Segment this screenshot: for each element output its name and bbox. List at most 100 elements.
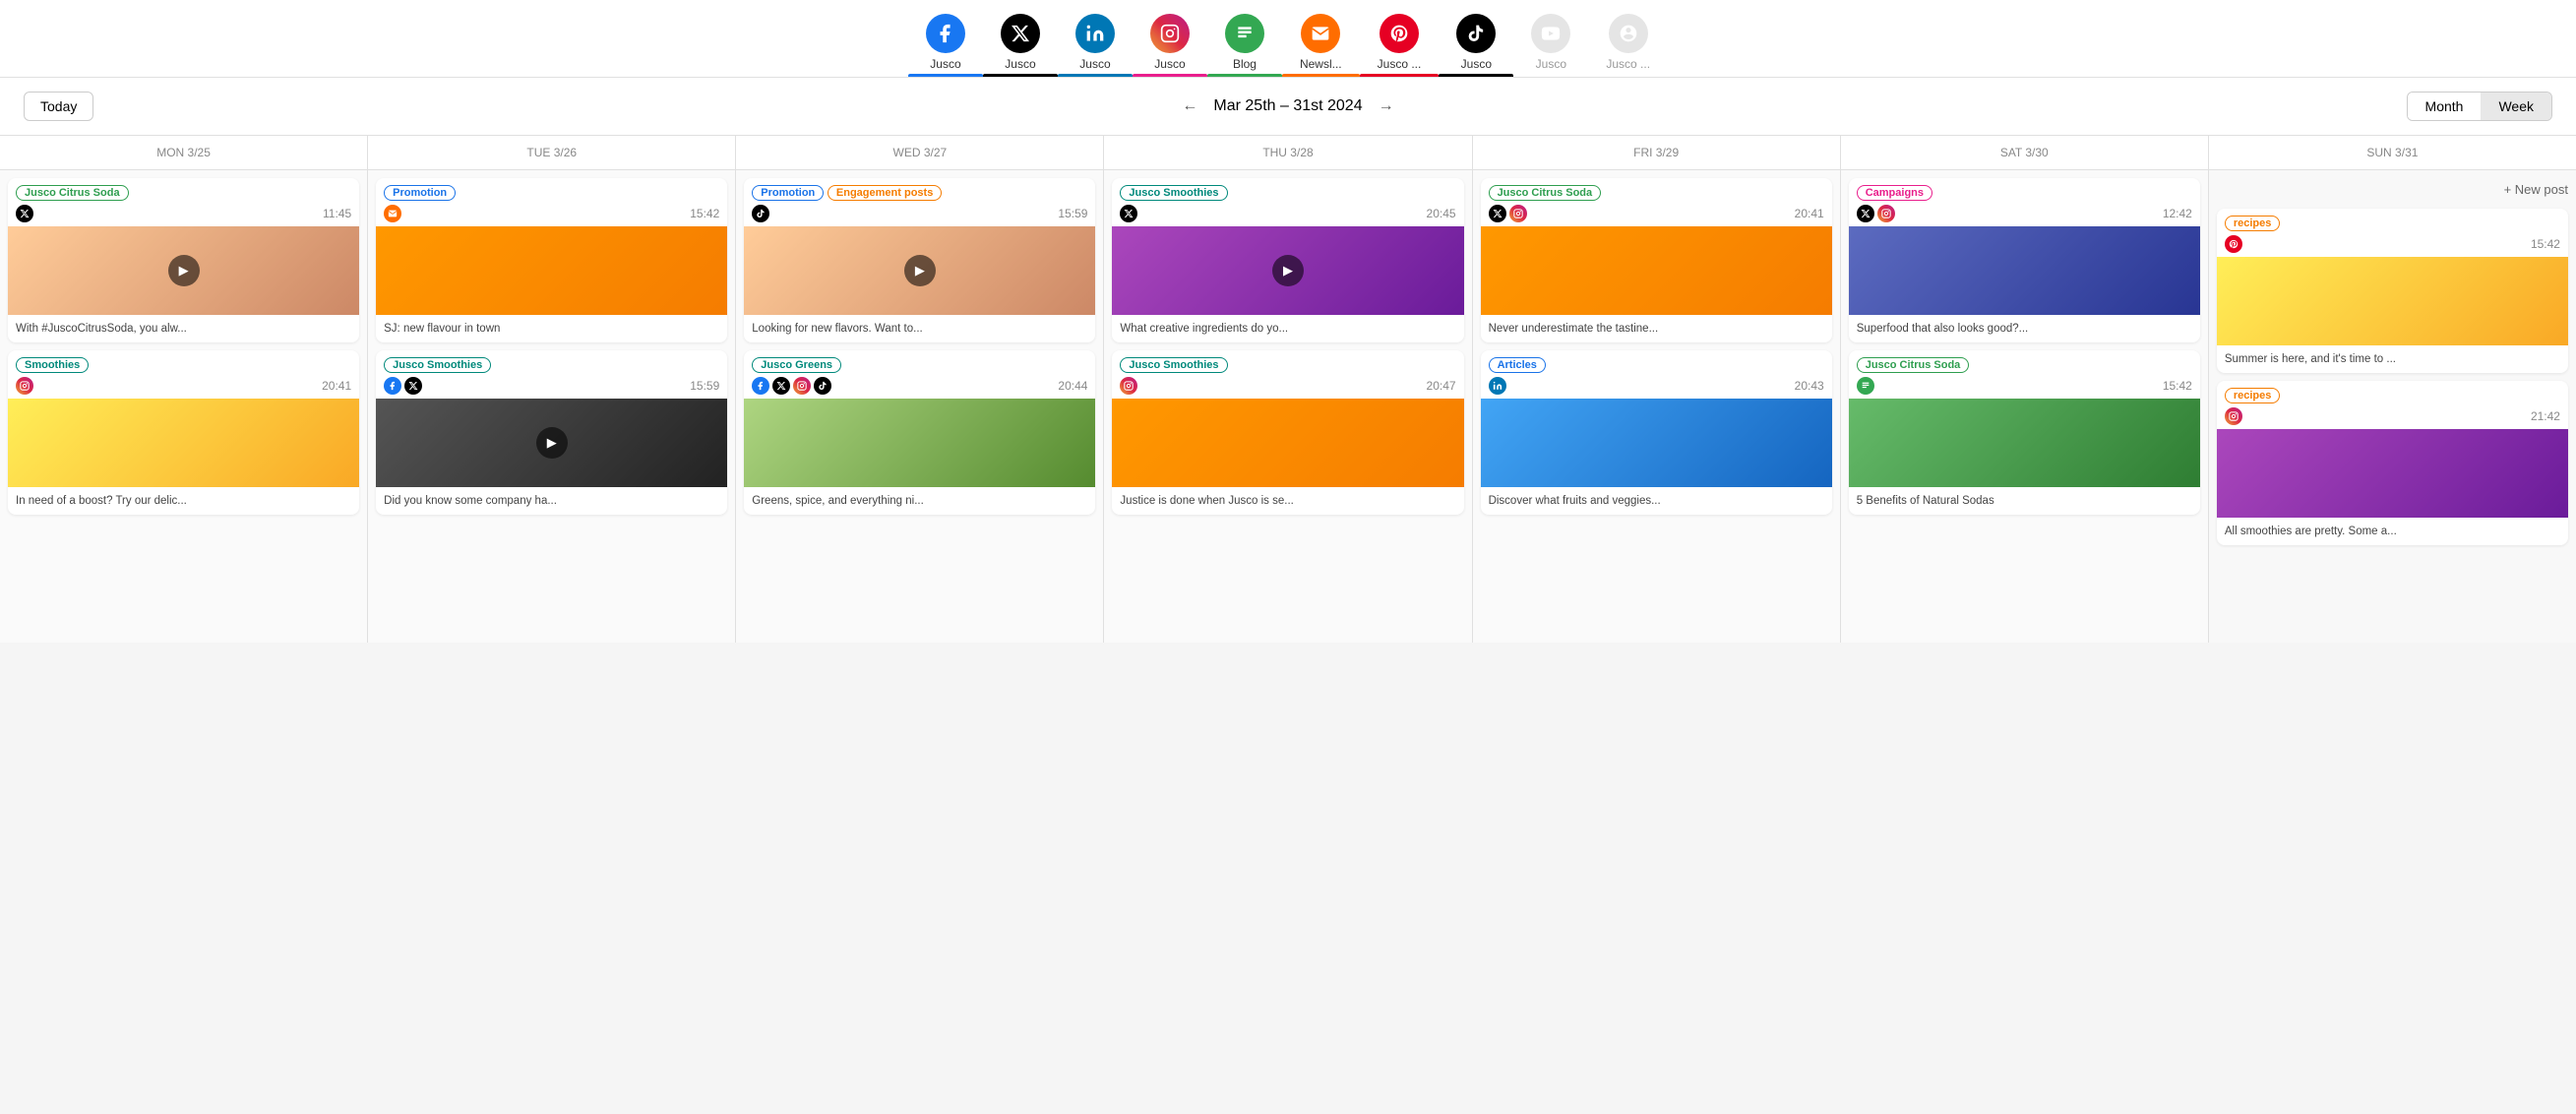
ig-label: Jusco <box>1154 57 1185 71</box>
tw-platform-icon <box>1489 205 1506 222</box>
post-card-header: Jusco Citrus Soda 15:42 <box>1849 350 2200 399</box>
social-item-tw[interactable]: Jusco <box>983 8 1058 77</box>
video-play-overlay: ▶ <box>1272 255 1304 286</box>
post-card[interactable]: recipes 21:42 All smoothies are pretty. … <box>2217 381 2568 545</box>
social-item-yt[interactable]: Jusco <box>1513 8 1588 77</box>
post-icons <box>384 205 401 222</box>
video-play-overlay: ▶ <box>536 427 568 459</box>
post-card[interactable]: Jusco Smoothies 20:45 ▶ What creative in… <box>1112 178 1463 342</box>
post-icons <box>1857 377 1874 395</box>
post-card[interactable]: Articles 20:43 Discover what fruits and … <box>1481 350 1832 515</box>
next-arrow[interactable]: → <box>1379 97 1394 115</box>
new-post-label: + New post <box>2504 182 2568 197</box>
gc-underline <box>1588 74 1668 77</box>
day-header-sun: SUN 3/31 <box>2209 136 2576 169</box>
post-card[interactable]: Jusco Greens 20:44 Greens, spice, and ev… <box>744 350 1095 515</box>
today-button[interactable]: Today <box>24 92 93 121</box>
video-play-overlay: ▶ <box>168 255 200 286</box>
post-card-header: Jusco Citrus Soda 20:41 <box>1481 178 1832 226</box>
post-meta: 20:44 <box>752 377 1087 395</box>
social-item-gc[interactable]: Jusco ... <box>1588 8 1668 77</box>
post-icons <box>2225 235 2242 253</box>
nl-underline <box>1282 74 1360 77</box>
ig-platform-icon <box>1509 205 1527 222</box>
bl-platform-icon <box>1857 377 1874 395</box>
post-icons <box>384 377 422 395</box>
post-meta: 21:42 <box>2225 407 2560 425</box>
post-card[interactable]: Smoothies 20:41 In need of a boost? Try … <box>8 350 359 515</box>
day-header-fri: FRI 3/29 <box>1473 136 1840 169</box>
gc-icon <box>1609 14 1648 53</box>
post-text: Never underestimate the tastine... <box>1481 315 1832 342</box>
tw-platform-icon <box>16 205 33 222</box>
gc-label: Jusco ... <box>1606 57 1650 71</box>
post-card-header: recipes 15:42 <box>2217 209 2568 257</box>
post-meta: 20:41 <box>1489 205 1824 222</box>
post-icons <box>1120 377 1137 395</box>
month-view-button[interactable]: Month <box>2408 93 2482 120</box>
post-card-header: Jusco Citrus Soda 11:45 <box>8 178 359 226</box>
post-card[interactable]: Jusco Citrus Soda 15:42 5 Benefits of Na… <box>1849 350 2200 515</box>
ig-platform-icon <box>16 377 33 395</box>
social-item-tt[interactable]: Jusco <box>1439 8 1513 77</box>
post-image: ▶ <box>1112 226 1463 315</box>
social-item-nl[interactable]: Newsl... <box>1282 8 1360 77</box>
campaign-tag: Promotion <box>752 185 824 201</box>
prev-arrow[interactable]: ← <box>1182 97 1197 115</box>
yt-icon <box>1531 14 1570 53</box>
campaign-tag: Jusco Smoothies <box>1120 185 1227 201</box>
post-text: Did you know some company ha... <box>376 487 727 515</box>
tt-icon <box>1456 14 1496 53</box>
post-card[interactable]: recipes 15:42 Summer is here, and it's t… <box>2217 209 2568 373</box>
day-saturday: Campaigns 12:42 Superfood that also look… <box>1841 170 2208 643</box>
social-item-ig[interactable]: Jusco <box>1133 8 1207 77</box>
li-label: Jusco <box>1079 57 1110 71</box>
post-meta: 15:42 <box>2225 235 2560 253</box>
view-switcher: Month Week <box>2407 92 2552 121</box>
post-card[interactable]: Promotion 15:42 SJ: new flavour in town <box>376 178 727 342</box>
social-item-fb[interactable]: Jusco <box>908 8 983 77</box>
social-item-pi[interactable]: Jusco ... <box>1360 8 1440 77</box>
new-post-button[interactable]: + New post <box>2217 178 2568 201</box>
post-card[interactable]: Promotion Engagement posts 15:59 ▶ Looki… <box>744 178 1095 342</box>
post-text: Discover what fruits and veggies... <box>1481 487 1832 515</box>
day-header-wed: WED 3/27 <box>736 136 1103 169</box>
date-navigation: ← Mar 25th – 31st 2024 → <box>1182 97 1393 115</box>
post-text: Justice is done when Jusco is se... <box>1112 487 1463 515</box>
post-icons <box>752 205 769 222</box>
tt-label: Jusco <box>1461 57 1492 71</box>
post-image <box>1481 226 1832 315</box>
campaign-tag: Campaigns <box>1857 185 1932 201</box>
ig-platform-icon <box>1120 377 1137 395</box>
day-sunday: + New post recipes 15:42 Summer is here,… <box>2209 170 2576 643</box>
social-item-li[interactable]: Jusco <box>1058 8 1133 77</box>
fb-platform-icon <box>752 377 769 395</box>
nl-platform-icon <box>384 205 401 222</box>
post-card-header: Jusco Greens 20:44 <box>744 350 1095 399</box>
tw-label: Jusco <box>1005 57 1035 71</box>
tw-platform-icon <box>1120 205 1137 222</box>
nl-icon <box>1301 14 1340 53</box>
post-image <box>1849 226 2200 315</box>
ig-platform-icon <box>1877 205 1895 222</box>
week-view-button[interactable]: Week <box>2481 93 2551 120</box>
post-card[interactable]: Campaigns 12:42 Superfood that also look… <box>1849 178 2200 342</box>
post-card[interactable]: Jusco Citrus Soda 11:45 ▶ With #JuscoCit… <box>8 178 359 342</box>
post-text: 5 Benefits of Natural Sodas <box>1849 487 2200 515</box>
post-icons <box>1120 205 1137 222</box>
campaign-tag: Promotion <box>384 185 456 201</box>
fb-platform-icon <box>384 377 401 395</box>
social-item-blog[interactable]: Blog <box>1207 8 1282 77</box>
day-monday: Jusco Citrus Soda 11:45 ▶ With #JuscoCit… <box>0 170 367 643</box>
post-card[interactable]: Jusco Smoothies 15:59 ▶ Did you know som… <box>376 350 727 515</box>
post-card[interactable]: Jusco Citrus Soda 20:41 Never underestim… <box>1481 178 1832 342</box>
campaign-tag: Jusco Smoothies <box>1120 357 1227 373</box>
post-card-header: Jusco Smoothies 20:47 <box>1112 350 1463 399</box>
post-card[interactable]: Jusco Smoothies 20:47 Justice is done wh… <box>1112 350 1463 515</box>
post-meta: 20:43 <box>1489 377 1824 395</box>
post-time: 20:41 <box>1795 207 1824 220</box>
blog-underline <box>1207 74 1282 77</box>
blog-icon <box>1225 14 1264 53</box>
post-icons <box>1857 205 1895 222</box>
post-text: What creative ingredients do yo... <box>1112 315 1463 342</box>
